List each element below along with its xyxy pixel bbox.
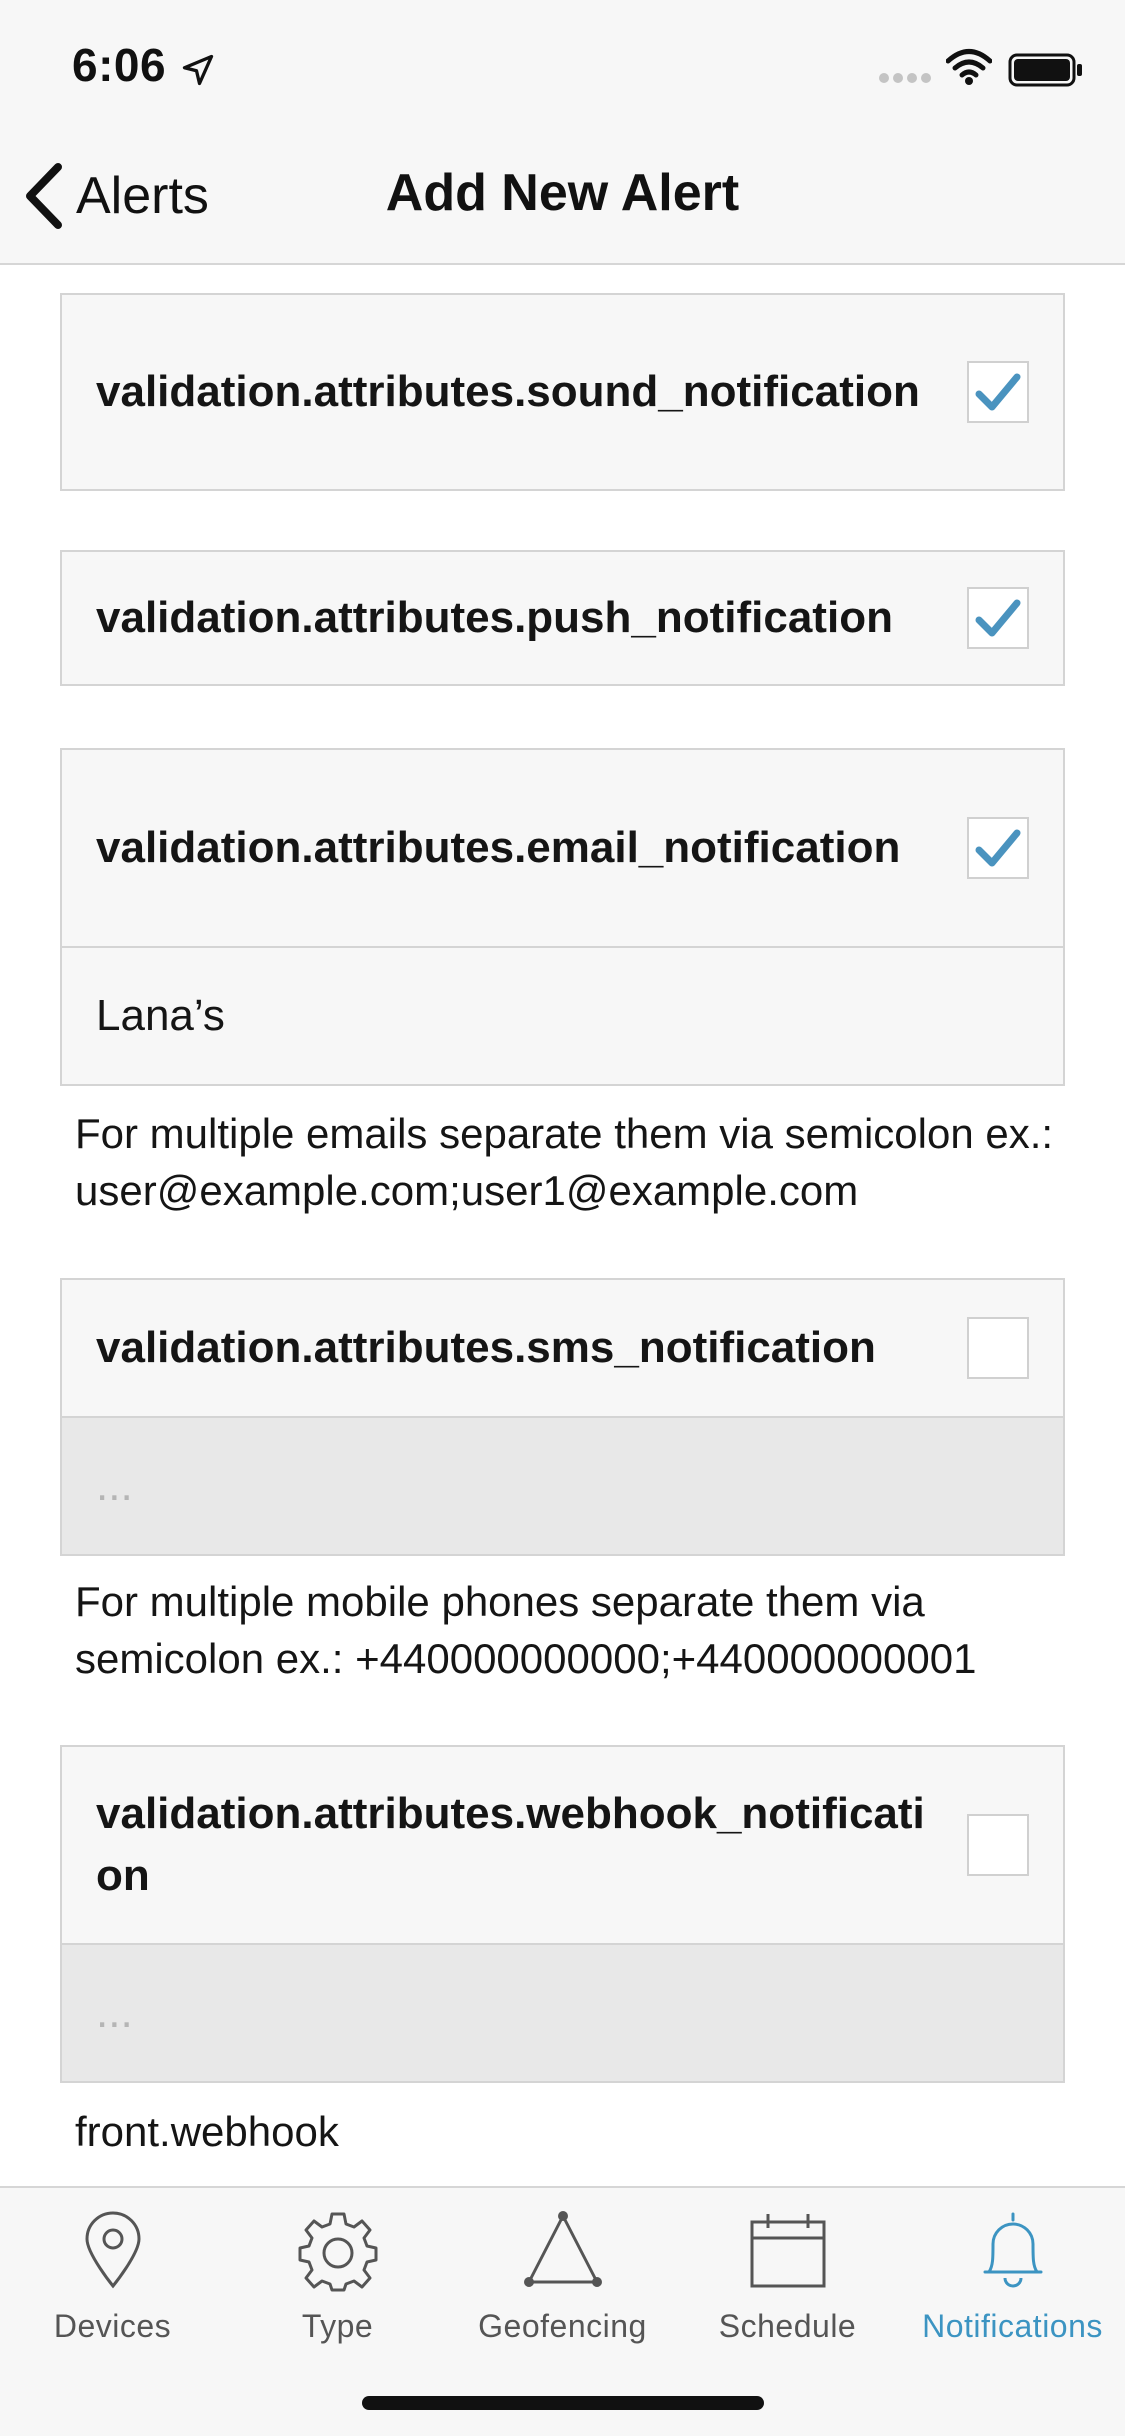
battery-icon (1008, 53, 1082, 87)
webhook-input[interactable]: ... (62, 1943, 1063, 2081)
sound-notification-card: validation.attributes.sound_notification (60, 293, 1065, 491)
push-notification-card: validation.attributes.push_notification (60, 550, 1065, 686)
tab-devices-label: Devices (53, 2308, 172, 2344)
email-notification-checkbox[interactable] (967, 817, 1029, 879)
tab-schedule[interactable]: Schedule (675, 2208, 900, 2358)
page-title: Add New Alert (385, 164, 740, 222)
sms-notification-card: validation.attributes.sms_notification .… (60, 1278, 1065, 1556)
sms-notification-label: validation.attributes.sms_notification (96, 1323, 876, 1372)
status-time: 6:06 (72, 39, 167, 91)
tab-type-label: Type (301, 2308, 374, 2344)
tab-geofencing[interactable]: Geofencing (450, 2208, 675, 2358)
tab-schedule-label: Schedule (718, 2308, 857, 2344)
email-helper-text: For multiple emails separate them via se… (75, 1110, 1054, 1214)
sound-notification-checkbox[interactable] (967, 361, 1029, 423)
location-pin-icon (84, 2211, 141, 2289)
gear-icon (298, 2212, 377, 2292)
email-input[interactable]: Lana’s (62, 946, 1063, 1084)
checkmark-icon (975, 829, 1021, 867)
bell-icon (983, 2212, 1042, 2288)
email-notification-card: validation.attributes.email_notification… (60, 748, 1065, 1086)
calendar-icon (750, 2214, 825, 2288)
checkmark-icon (975, 373, 1021, 411)
webhook-notification-checkbox[interactable] (967, 1814, 1029, 1876)
sms-notification-checkbox[interactable] (967, 1317, 1029, 1379)
checkmark-icon (975, 599, 1021, 637)
location-arrow-icon (182, 54, 214, 86)
tab-type[interactable]: Type (225, 2208, 450, 2358)
home-indicator[interactable] (362, 2396, 764, 2410)
webhook-notification-card: validation.attributes.webhook_notificati… (60, 1745, 1065, 2083)
email-notification-label: validation.attributes.email_notification (96, 823, 901, 872)
tab-notifications[interactable]: Notifications (900, 2208, 1125, 2358)
triangle-icon (523, 2211, 602, 2287)
alert-form[interactable]: validation.attributes.sound_notification… (0, 267, 1125, 2187)
tab-notifications-label: Notifications (922, 2308, 1103, 2344)
top-bar: 6:06 Alerts Add New Alert (0, 0, 1125, 265)
sound-notification-label: validation.attributes.sound_notification (96, 367, 920, 416)
sms-input[interactable]: ... (62, 1416, 1063, 1554)
webhook-helper-text: front.webhook (75, 2108, 339, 2155)
push-notification-checkbox[interactable] (967, 587, 1029, 649)
tab-devices[interactable]: Devices (0, 2208, 225, 2358)
signal-icon (879, 73, 931, 83)
tab-geofencing-label: Geofencing (478, 2308, 647, 2344)
push-notification-label: validation.attributes.push_notification (96, 593, 893, 642)
wifi-icon (946, 49, 992, 85)
webhook-notification-label: validation.attributes.webhook_notificati… (96, 1789, 925, 1900)
sms-helper-text: For multiple mobile phones separate them… (75, 1578, 977, 1682)
